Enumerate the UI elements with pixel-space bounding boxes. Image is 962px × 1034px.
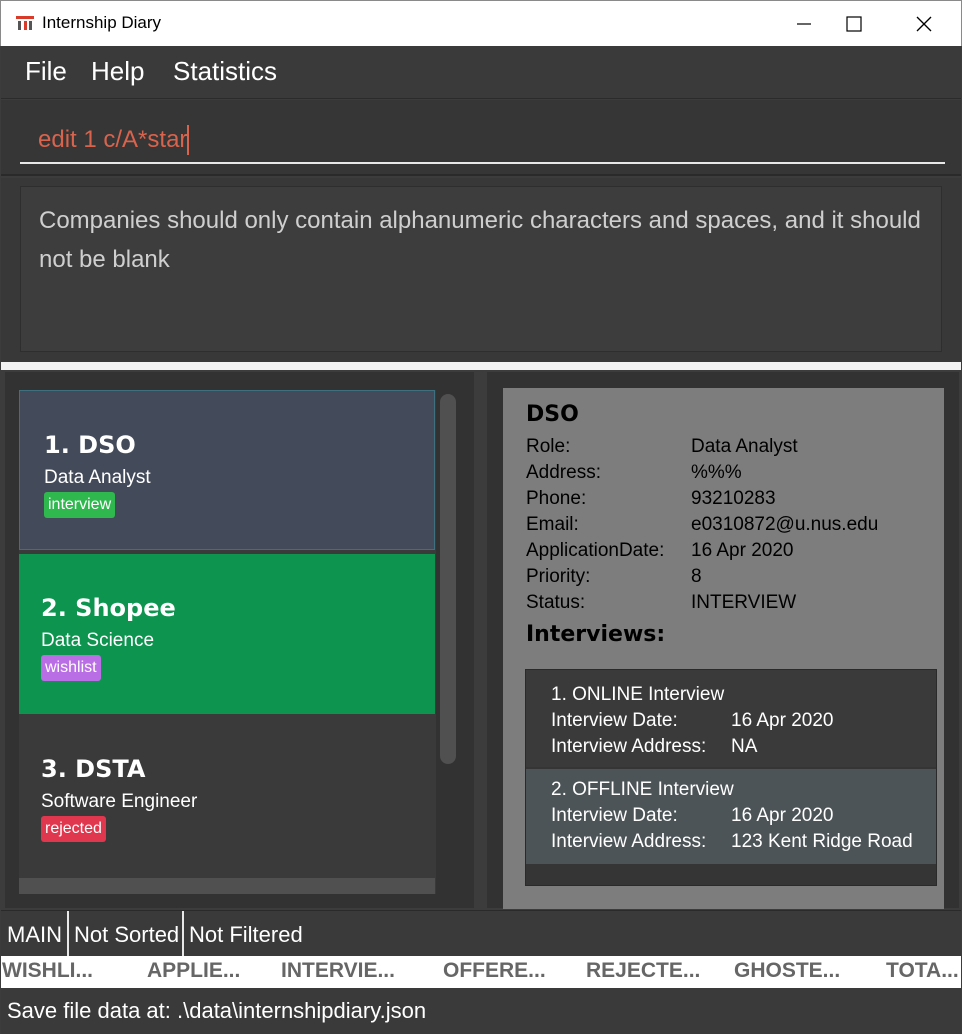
- interview-list: 1. ONLINE Interview Interview Date: 16 A…: [525, 669, 937, 886]
- command-input[interactable]: [20, 118, 945, 164]
- close-button[interactable]: [901, 1, 947, 47]
- interview-date: 16 Apr 2020: [731, 710, 834, 731]
- internship-card-partial[interactable]: [19, 878, 435, 894]
- result-display: Companies should only contain alphanumer…: [1, 178, 961, 362]
- text-caret: [187, 125, 189, 155]
- internship-card[interactable]: 2. Shopee Data Science wishlist: [19, 554, 435, 714]
- internship-detail-panel: DSO Role: Data Analyst Address: %%% Phon…: [487, 372, 959, 909]
- status-separator: [67, 911, 69, 957]
- count-ghosted: GHOSTE...: [734, 959, 841, 982]
- detail-address: %%%: [691, 462, 742, 483]
- interview-title: 1. ONLINE Interview: [551, 684, 725, 705]
- interviews-heading: Interviews:: [526, 622, 666, 647]
- maximize-icon: [846, 16, 862, 32]
- interview-date-label: Interview Date:: [551, 710, 678, 731]
- interview-card[interactable]: 1. ONLINE Interview Interview Date: 16 A…: [526, 670, 936, 767]
- status-tag: wishlist: [41, 655, 101, 681]
- internship-card[interactable]: 3. DSTA Software Engineer rejected: [19, 715, 435, 875]
- status-separator: [182, 911, 184, 957]
- interview-address-label: Interview Address:: [551, 736, 707, 757]
- minimize-button[interactable]: [781, 1, 827, 47]
- filter-status: Not Filtered: [189, 922, 303, 947]
- menu-file[interactable]: File: [25, 56, 67, 87]
- internship-detail: DSO Role: Data Analyst Address: %%% Phon…: [503, 388, 944, 909]
- interview-address: NA: [731, 736, 758, 757]
- status-bar: MAIN Not Sorted Not Filtered: [1, 910, 961, 957]
- menu-statistics[interactable]: Statistics: [173, 56, 277, 87]
- interview-title: 2. OFFLINE Interview: [551, 779, 734, 800]
- result-message: Companies should only contain alphanumer…: [20, 186, 942, 352]
- detail-priority: 8: [691, 566, 702, 587]
- close-icon: [916, 16, 932, 32]
- statistics-bar: WISHLI... APPLIE... INTERVIE... OFFERE..…: [1, 956, 961, 988]
- detail-phone: 93210283: [691, 488, 776, 509]
- internship-role: Data Analyst: [44, 467, 151, 488]
- window-title: Internship Diary: [42, 13, 162, 32]
- status-tag: rejected: [41, 816, 106, 842]
- save-location: Save file data at: .\data\internshipdiar…: [7, 998, 427, 1023]
- app-logo-icon: [16, 16, 34, 30]
- detail-role: Data Analyst: [691, 436, 798, 457]
- interview-address: 123 Kent Ridge Road: [731, 831, 913, 852]
- internship-card[interactable]: 1. DSO Data Analyst interview: [19, 390, 435, 550]
- interview-card[interactable]: 2. OFFLINE Interview Interview Date: 16 …: [526, 769, 936, 864]
- save-location-bar: Save file data at: .\data\internshipdiar…: [1, 988, 961, 1034]
- count-applied: APPLIE...: [147, 959, 241, 982]
- interview-address-label: Interview Address:: [551, 831, 707, 852]
- interview-date-label: Interview Date:: [551, 805, 678, 826]
- view-status: MAIN: [7, 922, 62, 947]
- detail-application-date: 16 Apr 2020: [691, 540, 794, 561]
- detail-label: ApplicationDate:: [526, 540, 665, 561]
- count-wishlist: WISHLI...: [2, 959, 93, 982]
- detail-email: e0310872@u.nus.edu: [691, 514, 879, 535]
- internship-name: 1. DSO: [44, 431, 136, 459]
- interview-date: 16 Apr 2020: [731, 805, 834, 826]
- detail-status: INTERVIEW: [691, 592, 797, 613]
- list-scrollbar[interactable]: [440, 394, 456, 764]
- detail-company: DSO: [526, 402, 579, 427]
- detail-label: Role:: [526, 436, 571, 457]
- internship-role: Data Science: [41, 630, 155, 651]
- minimize-icon: [797, 23, 811, 25]
- detail-label: Address:: [526, 462, 601, 483]
- detail-label: Email:: [526, 514, 579, 535]
- status-tag: interview: [44, 492, 116, 518]
- count-total: TOTA...: [886, 959, 959, 982]
- menu-bar: File Help Statistics: [1, 46, 961, 99]
- detail-label: Status:: [526, 592, 586, 613]
- maximize-button[interactable]: [831, 1, 877, 47]
- command-box: [1, 100, 961, 176]
- detail-label: Priority:: [526, 566, 591, 587]
- count-rejected: REJECTE...: [586, 959, 701, 982]
- internship-list: 1. DSO Data Analyst interview 2. Shopee …: [19, 390, 436, 894]
- count-interview: INTERVIE...: [281, 959, 395, 982]
- detail-label: Phone:: [526, 488, 587, 509]
- internship-list-panel: 1. DSO Data Analyst interview 2. Shopee …: [5, 372, 474, 908]
- count-offered: OFFERE...: [443, 959, 546, 982]
- sort-status: Not Sorted: [74, 922, 180, 947]
- internship-role: Software Engineer: [41, 791, 198, 812]
- internship-name: 2. Shopee: [41, 594, 176, 622]
- internship-name: 3. DSTA: [41, 755, 146, 783]
- panel-divider[interactable]: [1, 362, 961, 370]
- menu-help[interactable]: Help: [91, 56, 144, 87]
- title-bar: Internship Diary: [0, 0, 962, 46]
